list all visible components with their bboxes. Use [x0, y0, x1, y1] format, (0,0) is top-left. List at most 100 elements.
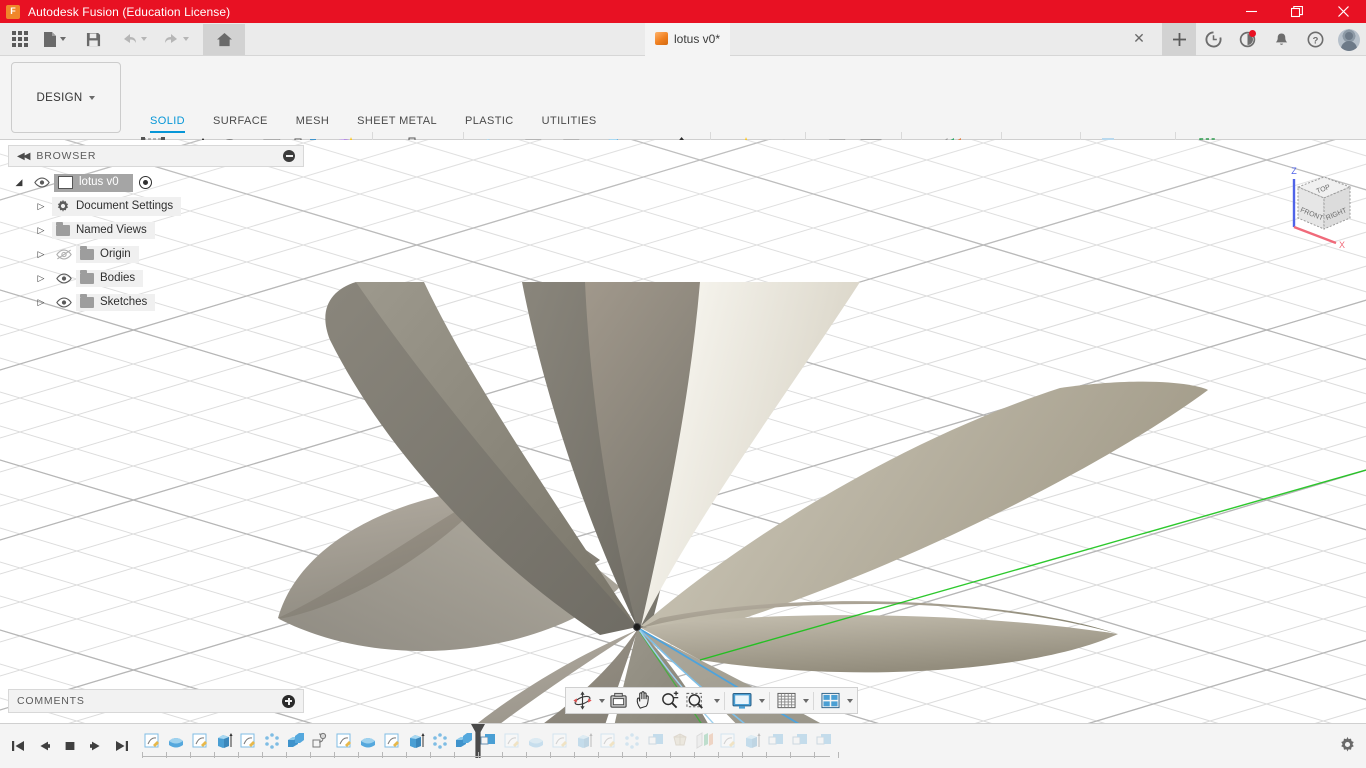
job-status-icon[interactable] [1196, 23, 1230, 56]
timeline-feature-sketch[interactable] [596, 728, 620, 754]
document-tab-close-icon[interactable]: ✕ [1131, 31, 1147, 47]
petal[interactable] [641, 615, 1118, 673]
new-file-caret-icon[interactable] [60, 37, 66, 41]
grid-snaps-caret-icon[interactable] [803, 698, 809, 703]
expand-arrow-icon[interactable]: ◢ [8, 177, 30, 188]
timeline-track[interactable] [140, 723, 1366, 768]
timeline-feature-pattern[interactable] [620, 728, 644, 754]
expand-arrow-icon[interactable]: ▷ [30, 273, 52, 284]
browser-node-chip[interactable]: Named Views [52, 221, 155, 239]
timeline-feature-sketch[interactable] [380, 728, 404, 754]
browser-collapse-icon[interactable]: ◀◀ [17, 151, 30, 162]
activate-component-radio[interactable] [138, 176, 152, 189]
timeline-feature-combine[interactable] [284, 728, 308, 754]
new-file-button[interactable] [39, 26, 70, 53]
timeline-feature-extrude[interactable] [740, 728, 764, 754]
timeline-feature-revolve[interactable] [524, 728, 548, 754]
orbit-icon[interactable] [570, 689, 595, 712]
browser-node-chip[interactable]: Bodies [76, 269, 144, 287]
visibility-eye-icon[interactable] [30, 177, 54, 188]
timeline-feature-sketch[interactable] [188, 728, 212, 754]
timeline-feature-shell[interactable] [644, 728, 668, 754]
browser-node-lotus[interactable]: ◢ lotus v0 [8, 172, 304, 193]
restore-button[interactable] [1274, 0, 1320, 23]
undo-caret-icon[interactable] [141, 37, 147, 41]
browser-node-document-settings[interactable]: ▷ Document Settings [8, 196, 304, 217]
timeline-feature-extrude[interactable] [212, 728, 236, 754]
timeline-feature-shell[interactable] [788, 728, 812, 754]
browser-node-bodies[interactable]: ▷ Bodies [8, 268, 304, 289]
close-button[interactable] [1320, 0, 1366, 23]
timeline-feature-sketch[interactable] [236, 728, 260, 754]
visibility-eye-icon[interactable] [52, 297, 76, 308]
grid-snaps-icon[interactable] [774, 689, 799, 712]
zoom-window-caret-icon[interactable] [714, 698, 720, 703]
zoom-icon[interactable] [657, 689, 682, 712]
timeline-feature-joint[interactable] [308, 728, 332, 754]
viewports-icon[interactable] [818, 689, 843, 712]
visibility-eye-icon[interactable] [52, 273, 76, 284]
browser-node-named-views[interactable]: ▷ Named Views [8, 220, 304, 241]
timeline-feature-revolve[interactable] [164, 728, 188, 754]
bell-icon[interactable] [1264, 23, 1298, 56]
expand-arrow-icon[interactable]: ▷ [30, 225, 52, 236]
help-icon[interactable]: ? [1298, 23, 1332, 56]
app-grid-icon[interactable] [6, 26, 33, 53]
undo-button[interactable] [117, 26, 151, 53]
browser-node-chip[interactable]: Origin [76, 245, 139, 263]
orbit-caret-icon[interactable] [599, 698, 605, 703]
timeline-settings-icon[interactable] [1339, 736, 1356, 758]
redo-caret-icon[interactable] [183, 37, 189, 41]
workspace-switcher[interactable]: DESIGN [11, 62, 121, 133]
browser-minimize-icon[interactable] [283, 150, 295, 162]
timeline-feature-shell[interactable] [812, 728, 836, 754]
timeline-feature-mesh[interactable] [668, 728, 692, 754]
go-to-beginning-button[interactable] [6, 734, 30, 758]
new-tab-button[interactable] [1162, 23, 1196, 56]
browser-node-sketches[interactable]: ▷ Sketches [8, 292, 304, 313]
browser-node-origin[interactable]: ▷ Origin [8, 244, 304, 265]
timeline-feature-extrude[interactable] [404, 728, 428, 754]
timeline-feature-pattern[interactable] [428, 728, 452, 754]
timeline-feature-sketch[interactable] [716, 728, 740, 754]
notifications-sync-icon[interactable] [1230, 23, 1264, 56]
display-settings-caret-icon[interactable] [759, 698, 765, 703]
pan-icon[interactable] [632, 689, 656, 712]
timeline-feature-sketch[interactable] [500, 728, 524, 754]
timeline-feature-pattern[interactable] [260, 728, 284, 754]
expand-arrow-icon[interactable]: ▷ [30, 201, 52, 212]
expand-arrow-icon[interactable]: ▷ [30, 297, 52, 308]
save-button[interactable] [80, 26, 107, 53]
expand-arrow-icon[interactable]: ▷ [30, 249, 52, 260]
look-at-icon[interactable] [606, 689, 631, 712]
zoom-window-icon[interactable] [683, 689, 710, 712]
viewport-3d[interactable]: Z X TOP FRONT RIGHT ◀◀ BROWSER ◢ lotus v… [0, 140, 1366, 723]
viewports-caret-icon[interactable] [847, 698, 853, 703]
step-back-button[interactable] [32, 734, 56, 758]
browser-node-chip[interactable]: lotus v0 [54, 173, 133, 192]
timeline-feature-shell[interactable] [764, 728, 788, 754]
add-comment-icon[interactable] [282, 694, 295, 708]
display-settings-icon[interactable] [729, 689, 755, 712]
comments-panel[interactable]: COMMENTS [8, 689, 304, 713]
step-forward-button[interactable] [84, 734, 108, 758]
document-tab-lotus[interactable]: lotus v0* [645, 23, 731, 56]
timeline-feature-plane[interactable] [692, 728, 716, 754]
workspace-caret-icon[interactable] [89, 95, 96, 100]
timeline-feature-extrude[interactable] [572, 728, 596, 754]
play-stop-button[interactable] [58, 734, 82, 758]
timeline-feature-sketch[interactable] [332, 728, 356, 754]
timeline-feature-sketch[interactable] [140, 728, 164, 754]
go-to-end-button[interactable] [110, 734, 134, 758]
minimize-button[interactable] [1228, 0, 1274, 23]
timeline-feature-revolve[interactable] [356, 728, 380, 754]
browser-node-chip[interactable]: Document Settings [52, 197, 182, 216]
redo-button[interactable] [159, 26, 193, 53]
browser-node-chip[interactable]: Sketches [76, 293, 156, 311]
view-cube[interactable]: Z X TOP FRONT RIGHT [1268, 155, 1364, 251]
origin-point[interactable] [632, 622, 642, 632]
home-button[interactable] [203, 23, 245, 55]
visibility-eye-off-icon[interactable] [52, 249, 76, 260]
account-avatar[interactable] [1332, 23, 1366, 56]
timeline-feature-sketch[interactable] [548, 728, 572, 754]
